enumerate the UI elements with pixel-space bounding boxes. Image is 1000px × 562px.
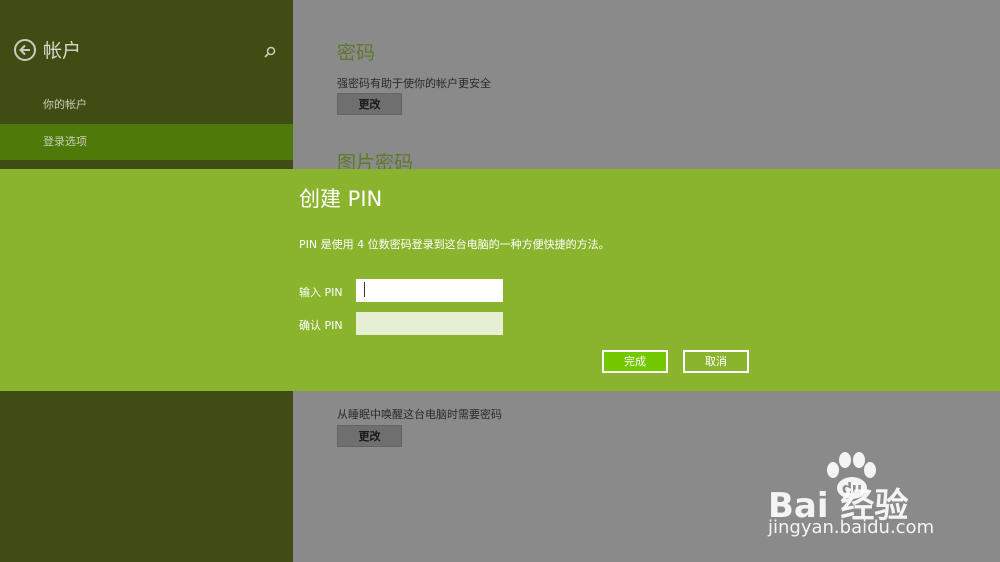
dialog-title: 创建 PIN xyxy=(299,187,383,211)
enter-pin-input[interactable] xyxy=(356,279,503,302)
change-wake-policy-button[interactable]: 更改 xyxy=(337,425,402,447)
sidebar-item-your-account[interactable]: 你的帐户 xyxy=(0,87,293,123)
confirm-pin-input[interactable] xyxy=(356,312,503,335)
back-arrow-icon[interactable] xyxy=(14,39,36,61)
baidu-watermark-url: jingyan.baidu.com xyxy=(768,517,935,538)
password-section-title: 密码 xyxy=(337,42,376,64)
create-pin-dialog: 创建 PIN PIN 是使用 4 位数密码登录到这台电脑的一种方便快捷的方法。 … xyxy=(0,169,1000,391)
search-icon[interactable] xyxy=(264,43,276,62)
cancel-button[interactable]: 取消 xyxy=(683,350,749,373)
sidebar-item-sign-in-options[interactable]: 登录选项 xyxy=(0,124,293,160)
text-caret xyxy=(364,282,365,297)
password-description: 强密码有助于使你的帐户更安全 xyxy=(337,77,491,90)
change-password-button[interactable]: 更改 xyxy=(337,93,402,115)
dialog-description: PIN 是使用 4 位数密码登录到这台电脑的一种方便快捷的方法。 xyxy=(299,238,610,251)
wake-password-description: 从睡眠中唤醒这台电脑时需要密码 xyxy=(337,408,502,421)
enter-pin-label: 输入 PIN xyxy=(299,286,343,299)
done-button[interactable]: 完成 xyxy=(602,350,668,373)
confirm-pin-label: 确认 PIN xyxy=(299,319,343,332)
sidebar-title: 帐户 xyxy=(43,40,82,62)
